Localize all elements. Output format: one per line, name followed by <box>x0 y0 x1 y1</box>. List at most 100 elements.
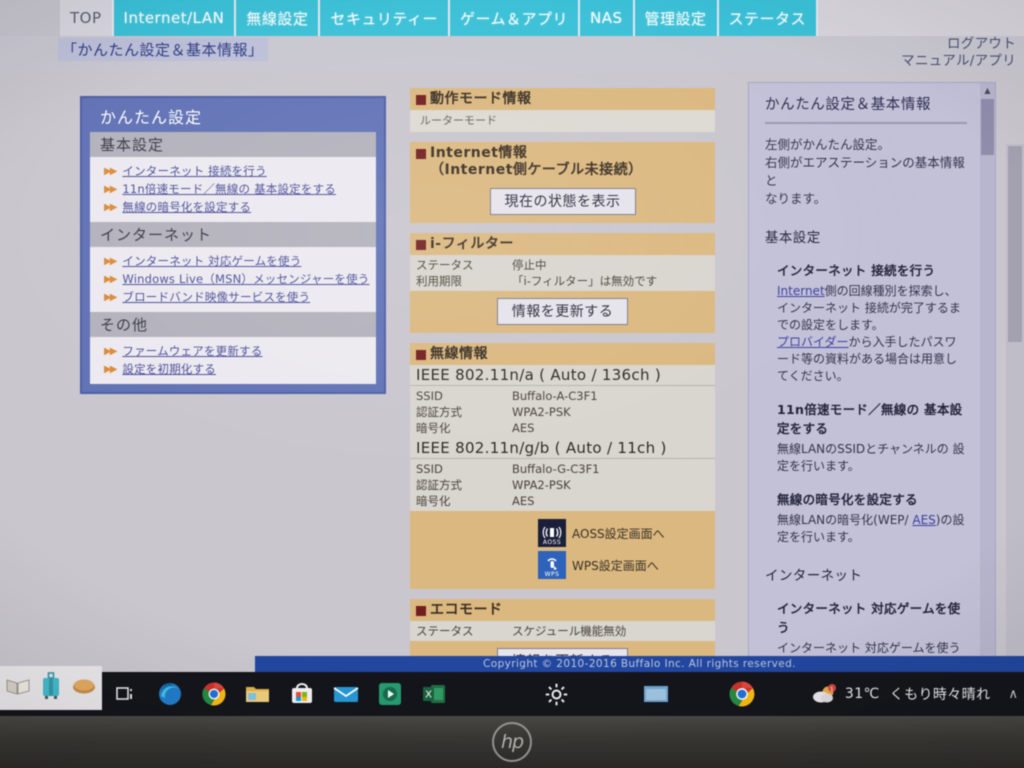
logout-link[interactable]: ログアウト <box>901 36 1016 53</box>
wps-shortcut[interactable]: WPS WPS設定画面へ <box>410 549 715 581</box>
row-key: 暗号化 <box>416 421 451 435</box>
table-row: SSID Buffalo-G-C3F1 <box>416 461 709 477</box>
help-item-title: インターネット 接続を行う <box>777 263 936 278</box>
manual-app-link[interactable]: マニュアル/アプリ <box>901 53 1016 70</box>
tab-nas[interactable]: NAS <box>580 0 635 36</box>
tray-chevron-up-icon[interactable]: ∧ <box>1008 687 1018 702</box>
band-header-11ngb: IEEE 802.11n/g/b ( Auto / 11ch ) <box>410 438 715 459</box>
footer-bar: Copyright © 2010-2016 Buffalo Inc. All r… <box>255 656 1024 672</box>
list-item[interactable]: ▶▶ ブロードバンド映像サービスを使う <box>90 288 376 306</box>
chrome-window-icon[interactable] <box>720 672 764 716</box>
easy-setup-group-basic: 基本設定 ▶▶ インターネット 接続を行う ▶▶ 11n倍速モード／無線の 基本… <box>90 132 376 384</box>
link-label: 無線の暗号化を設定する <box>122 200 252 214</box>
refresh-ifilter-button[interactable]: 情報を更新する <box>496 298 629 325</box>
group-links-other: ▶▶ ファームウェアを更新する ▶▶ 設定を初期化する <box>90 337 376 384</box>
section-marker-icon <box>416 149 426 159</box>
section-title-label: エコモード <box>430 602 503 618</box>
group-heading-internet: インターネット <box>90 222 376 247</box>
group-links-internet: ▶▶ インターネット 対応ゲームを使う ▶▶ Windows Live（MSN）… <box>90 247 376 312</box>
active-window-icon[interactable] <box>634 672 678 716</box>
ifilter-button-row: 情報を更新する <box>410 291 715 333</box>
double-chevron-icon: ▶▶ <box>104 273 117 285</box>
help-item-title: 無線の暗号化を設定する <box>777 492 918 507</box>
task-view-icon[interactable] <box>104 672 148 716</box>
row-value: WPA2-PSK <box>512 405 571 419</box>
tab-internet-lan[interactable]: Internet/LAN <box>113 0 237 36</box>
double-chevron-icon: ▶▶ <box>104 363 117 375</box>
table-row: 認証方式 WPA2-PSK <box>416 404 709 420</box>
section-ifilter: i-フィルター ステータス 停止中 利用期限 「i-フィルター」は無効です 情報… <box>410 233 715 333</box>
microsoft-store-icon[interactable] <box>280 672 324 716</box>
show-current-state-button[interactable]: 現在の状態を表示 <box>489 188 636 215</box>
operation-mode-value: ルーターモード <box>410 110 715 132</box>
breadcrumb-row: 「かんたん設定＆基本情報」 ログアウト マニュアル/アプリ <box>0 36 1024 72</box>
help-divider <box>765 122 967 124</box>
easy-setup-panel: かんたん設定 基本設定 ▶▶ インターネット 接続を行う ▶▶ 11n倍速モード… <box>80 96 386 394</box>
list-item[interactable]: ▶▶ 設定を初期化する <box>90 360 376 378</box>
table-row: 暗号化 AES <box>416 420 709 436</box>
aes-link[interactable]: AES <box>912 513 935 527</box>
nav-left-spacer <box>0 0 60 36</box>
tab-admin-settings-label: 管理設定 <box>644 9 707 28</box>
bread-thumbnail-icon <box>71 677 97 699</box>
page-scrollbar[interactable] <box>1006 144 1024 672</box>
page-scroll-thumb[interactable] <box>1008 146 1022 342</box>
section-marker-icon <box>416 240 426 250</box>
scroll-up-arrow-icon[interactable]: ▲ <box>980 83 995 97</box>
mail-icon[interactable] <box>324 672 368 716</box>
list-item[interactable]: ▶▶ インターネット 接続を行う <box>90 162 376 180</box>
copyright-text: Copyright © 2010-2016 Buffalo Inc. All r… <box>483 658 796 670</box>
tab-status-label: ステータス <box>728 9 807 28</box>
list-item[interactable]: ▶▶ インターネット 対応ゲームを使う <box>90 252 376 270</box>
edge-icon[interactable] <box>148 672 192 716</box>
section-marker-icon <box>416 606 426 616</box>
table-row: ステータス スケジュール機能無効 <box>416 623 709 639</box>
ifilter-rows: ステータス 停止中 利用期限 「i-フィルター」は無効です <box>410 255 715 291</box>
section-marker-icon <box>416 95 426 105</box>
help-panel: かんたん設定＆基本情報 左側がかんたん設定。 右側がエアステーションの基本情報とな… <box>748 82 996 668</box>
band-rows-11na: SSID Buffalo-A-C3F1 認証方式 WPA2-PSK 暗号化 AE… <box>410 386 715 438</box>
book-thumbnail-icon <box>5 676 31 700</box>
tab-status[interactable]: ステータス <box>718 0 819 36</box>
link-label: ブロードバンド映像サービスを使う <box>122 290 311 304</box>
internet-link[interactable]: Internet <box>777 284 825 298</box>
list-item[interactable]: ▶▶ 無線の暗号化を設定する <box>90 198 376 216</box>
media-player-icon[interactable] <box>368 672 412 716</box>
chrome-icon[interactable] <box>192 672 236 716</box>
link-label: 設定を初期化する <box>122 362 216 376</box>
help-panel-scrollbar[interactable]: ▲ <box>980 83 995 667</box>
list-item[interactable]: ▶▶ ファームウェアを更新する <box>90 342 376 360</box>
main-navigation: TOP Internet/LAN 無線設定 セキュリティー ゲーム＆アプリ NA… <box>0 0 1024 36</box>
aoss-shortcut[interactable]: AOSS AOSS設定画面へ <box>410 517 715 549</box>
section-title: エコモード <box>410 599 715 621</box>
help-item-body: 無線LANの暗号化(WEP/ AES)の設定を行います。 <box>777 512 967 546</box>
list-item[interactable]: ▶▶ 11n倍速モード／無線の 基本設定をする <box>90 180 376 198</box>
aoss-icon-label: AOSS <box>542 539 562 546</box>
list-item[interactable]: ▶▶ Windows Live（MSN）メッセンジャーを使う <box>90 270 376 288</box>
tab-games-apps[interactable]: ゲーム＆アプリ <box>449 0 581 36</box>
weather-widget[interactable]: 1 31℃ くもり時々晴れ <box>811 684 991 704</box>
tab-top[interactable]: TOP <box>60 0 114 36</box>
row-key: 利用期限 <box>416 274 462 288</box>
provider-link[interactable]: プロバイダー <box>777 335 849 349</box>
internet-title-line1: Internet情報 <box>430 145 528 161</box>
tab-admin-settings[interactable]: 管理設定 <box>634 0 719 36</box>
section-title: 動作モード情報 <box>410 88 715 110</box>
row-key: 認証方式 <box>416 478 462 492</box>
help-item-title: 11n倍速モード／無線の 基本設定をする <box>777 402 963 436</box>
row-value: 停止中 <box>512 258 547 272</box>
table-row: ステータス 停止中 <box>416 257 709 273</box>
section-title: Internet情報 （Internet側ケーブル未接続） <box>410 142 715 181</box>
taskbar-thumbnail-preview[interactable] <box>0 666 102 710</box>
excel-icon[interactable]: X <box>412 672 456 716</box>
settings-icon[interactable] <box>534 672 578 716</box>
internet-button-row: 現在の状態を表示 <box>410 181 715 223</box>
group-links-basic: ▶▶ インターネット 接続を行う ▶▶ 11n倍速モード／無線の 基本設定をする… <box>90 157 376 222</box>
weather-condition: くもり時々晴れ <box>889 687 991 703</box>
weather-icon: 1 <box>811 684 837 704</box>
tab-security[interactable]: セキュリティー <box>320 0 450 36</box>
file-explorer-icon[interactable] <box>236 672 280 716</box>
tab-wireless-settings[interactable]: 無線設定 <box>236 0 321 36</box>
help-scroll-thumb[interactable] <box>981 99 994 155</box>
row-key: ステータス <box>416 624 474 638</box>
